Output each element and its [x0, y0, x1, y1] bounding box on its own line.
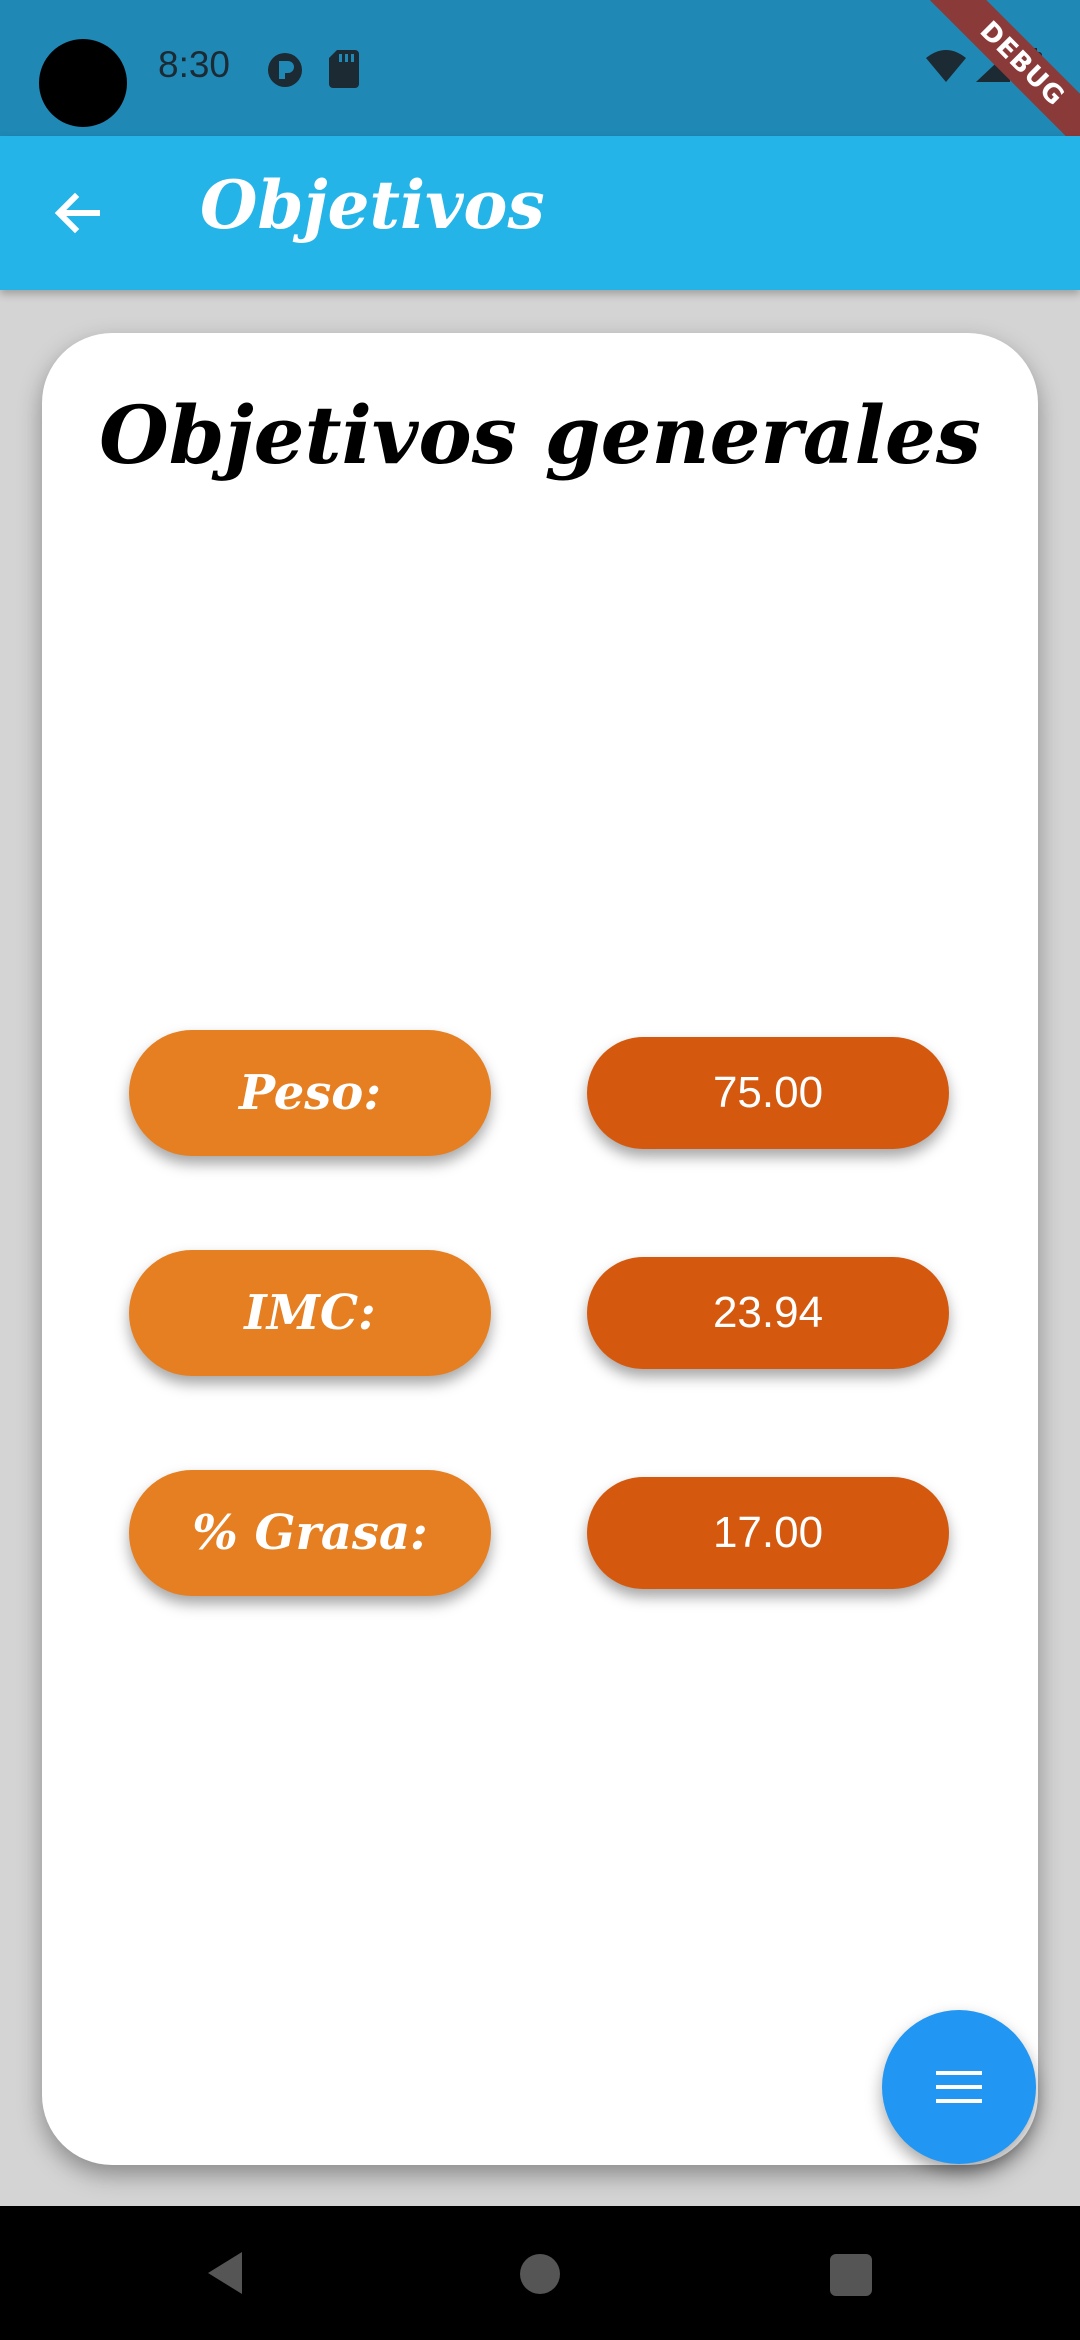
bmi-label: IMC:: [244, 1285, 376, 1341]
arrow-back-icon: [54, 192, 100, 234]
goals-card: Objetivos generales Peso: 75.00 IMC: 23.…: [42, 333, 1038, 2165]
nav-home-icon[interactable]: [520, 2254, 560, 2294]
app-bar-title: Objetivos: [200, 166, 545, 244]
p-circle-icon: [268, 53, 302, 87]
system-nav-bar: [0, 2206, 1080, 2340]
camera-cutout: [39, 39, 127, 127]
fat-value: 17.00: [712, 1508, 824, 1557]
nav-recents-icon[interactable]: [830, 2254, 872, 2296]
menu-icon: [936, 2071, 982, 2103]
app-bar: Objetivos: [0, 136, 1080, 290]
weight-label-pill: Peso:: [129, 1030, 491, 1156]
weight-value-pill[interactable]: 75.00: [587, 1037, 949, 1149]
back-button[interactable]: [40, 176, 114, 250]
weight-value: 75.00: [712, 1068, 824, 1117]
menu-fab[interactable]: [882, 2010, 1036, 2164]
card-title: Objetivos generales: [99, 388, 981, 482]
fat-label: % Grasa:: [192, 1505, 428, 1561]
status-bar: 8:30 DEBUG: [0, 0, 1080, 156]
debug-label: DEBUG: [930, 0, 1080, 156]
bmi-label-pill: IMC:: [129, 1250, 491, 1376]
status-time: 8:30: [158, 44, 231, 85]
fat-value-pill[interactable]: 17.00: [587, 1477, 949, 1589]
bmi-value: 23.94: [712, 1288, 824, 1337]
sd-card-icon: [329, 50, 359, 88]
weight-label: Peso:: [238, 1065, 382, 1121]
nav-back-icon[interactable]: [202, 2248, 252, 2298]
fat-label-pill: % Grasa:: [129, 1470, 491, 1596]
bmi-value-pill[interactable]: 23.94: [587, 1257, 949, 1369]
